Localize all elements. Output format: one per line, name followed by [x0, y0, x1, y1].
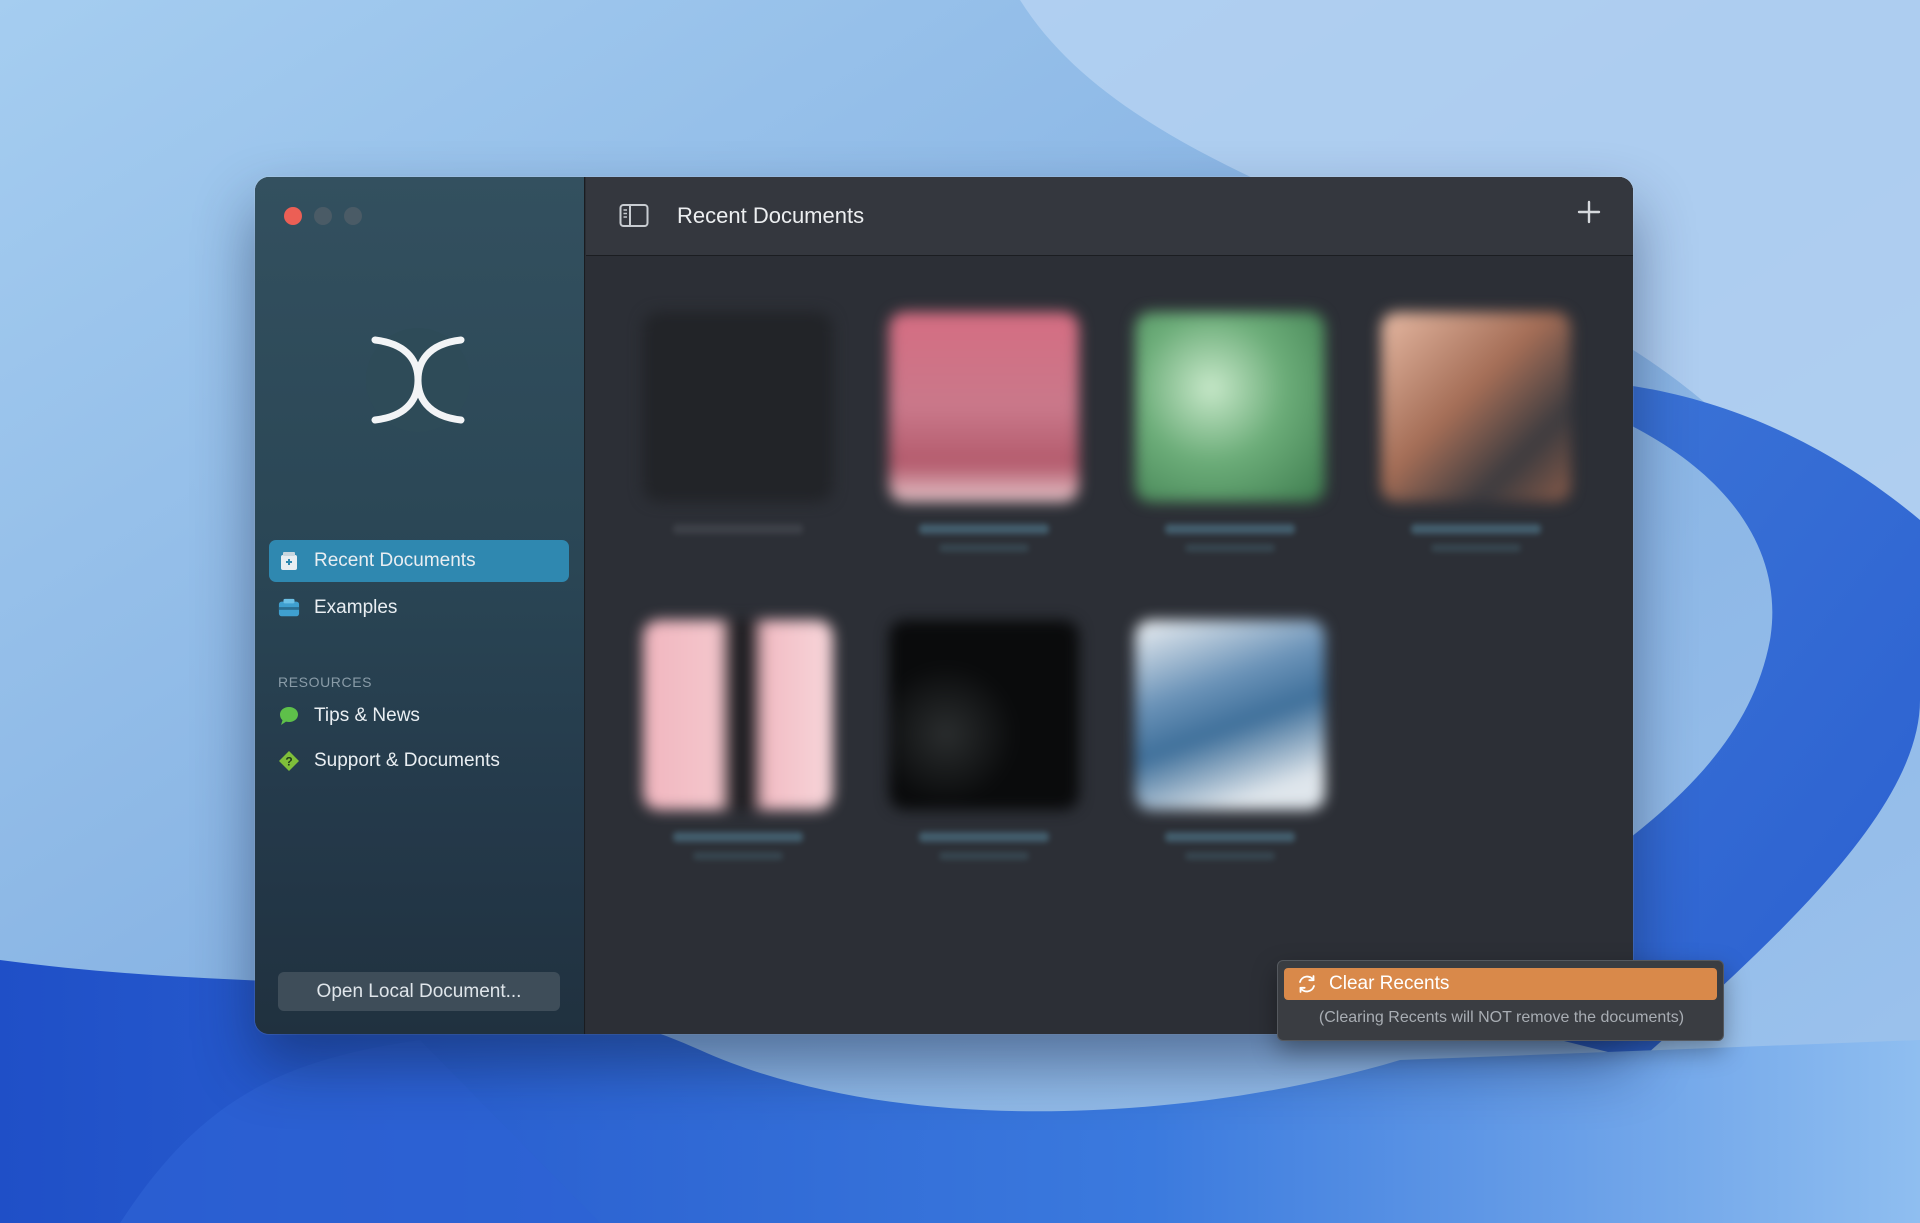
sidebar-item-label: Recent Documents: [314, 550, 476, 571]
document-date-blurred: [1185, 544, 1275, 552]
clear-recents-popup: Clear Recents (Clearing Recents will NOT…: [1277, 960, 1724, 1041]
document-date-blurred: [939, 544, 1029, 552]
document-tile[interactable]: [886, 620, 1082, 860]
resources-section-label: RESOURCES: [278, 674, 373, 690]
document-thumbnail: [889, 620, 1079, 810]
document-title-blurred: [1411, 524, 1541, 534]
document-thumbnail: [1381, 312, 1571, 502]
refresh-icon: [1299, 975, 1315, 993]
clear-recents-button[interactable]: Clear Recents: [1284, 968, 1717, 1000]
document-title-blurred: [919, 524, 1049, 534]
new-document-plus-icon[interactable]: [1576, 199, 1602, 225]
document-title-blurred: [1165, 524, 1295, 534]
resources-nav: Tips & News ? Support & Documents: [269, 696, 569, 786]
sidebar-item-tips-news[interactable]: Tips & News: [269, 696, 569, 736]
app-window: Recent Documents Examples RESOURCES Tips…: [255, 177, 1633, 1034]
minimize-window-button[interactable]: [314, 207, 332, 225]
question-diamond-icon: ?: [278, 750, 300, 772]
clear-recents-label: Clear Recents: [1329, 973, 1450, 994]
zoom-window-button[interactable]: [344, 207, 362, 225]
sidebar-item-examples[interactable]: Examples: [269, 587, 569, 629]
document-tile[interactable]: [1378, 312, 1574, 552]
document-tile[interactable]: [640, 312, 836, 534]
sidebar-item-recent-documents[interactable]: Recent Documents: [269, 540, 569, 582]
sidebar-item-label: Tips & News: [314, 705, 420, 726]
speech-bubble-icon: [278, 705, 300, 727]
document-thumbnail: [643, 620, 833, 810]
examples-icon: [278, 597, 300, 619]
document-tile[interactable]: [886, 312, 1082, 552]
document-title-blurred: [1165, 832, 1295, 842]
recent-documents-icon: [278, 550, 300, 572]
document-date-blurred: [1185, 852, 1275, 860]
document-thumbnail: [889, 312, 1079, 502]
sidebar-item-support-documents[interactable]: ? Support & Documents: [269, 741, 569, 781]
documents-grid: [586, 256, 1633, 1034]
document-title-blurred: [673, 524, 803, 534]
app-logo: [366, 328, 470, 432]
svg-text:?: ?: [285, 755, 292, 769]
open-local-document-button[interactable]: Open Local Document...: [278, 972, 560, 1011]
document-thumbnail: [1135, 312, 1325, 502]
document-thumbnail: [643, 312, 833, 502]
document-title-blurred: [673, 832, 803, 842]
sidebar: Recent Documents Examples RESOURCES Tips…: [255, 177, 585, 1034]
sidebar-item-label: Examples: [314, 597, 398, 618]
document-date-blurred: [1431, 544, 1521, 552]
document-tile[interactable]: [1132, 620, 1328, 860]
sidebar-item-label: Support & Documents: [314, 750, 500, 771]
document-date-blurred: [693, 852, 783, 860]
clear-recents-note: (Clearing Recents will NOT remove the do…: [1318, 1009, 1685, 1026]
window-controls: [284, 207, 362, 225]
sidebar-nav: Recent Documents Examples: [269, 540, 569, 634]
document-thumbnail: [1135, 620, 1325, 810]
main-content: Recent Documents: [586, 177, 1633, 1034]
document-tile[interactable]: [1132, 312, 1328, 552]
close-window-button[interactable]: [284, 207, 302, 225]
sidebar-toggle-icon[interactable]: [619, 203, 649, 229]
page-title: Recent Documents: [677, 203, 865, 228]
document-tile[interactable]: [640, 620, 836, 860]
document-date-blurred: [939, 852, 1029, 860]
document-title-blurred: [919, 832, 1049, 842]
toolbar: Recent Documents: [586, 177, 1633, 256]
